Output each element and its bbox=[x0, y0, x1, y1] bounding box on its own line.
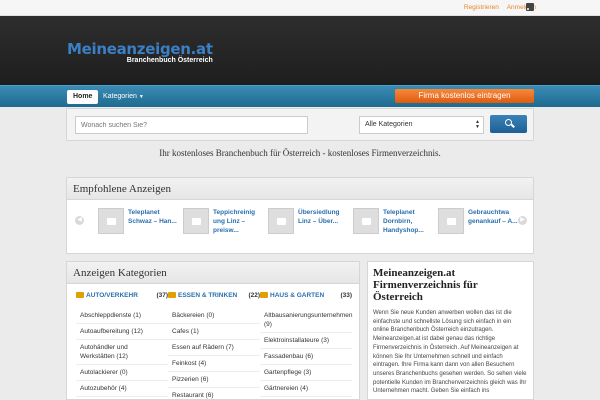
featured-item-title: Übersiedlung Linz – Über... bbox=[298, 209, 340, 225]
categories-box: Anzeigen Kategorien AUTO/VERKEHR (37) Ab… bbox=[66, 261, 360, 400]
category-select[interactable]: Alle Kategorien ▲ ▼ bbox=[359, 116, 484, 134]
category-name: HAUS & GARTEN bbox=[270, 292, 325, 299]
folder-icon bbox=[168, 292, 176, 299]
rss-icon[interactable] bbox=[526, 3, 534, 11]
about-text: Wenn Sie neue Kunden anwerben wollen das… bbox=[373, 310, 527, 395]
category-count: (22) bbox=[248, 292, 260, 299]
nav-home[interactable]: Home bbox=[67, 90, 99, 104]
subcategory-link[interactable]: Elektroinstallateure (3) bbox=[260, 333, 352, 349]
category-count: (37) bbox=[156, 292, 168, 299]
categories-title: Anzeigen Kategorien bbox=[67, 262, 359, 284]
register-link[interactable]: Registrieren bbox=[464, 4, 499, 11]
top-bar: Registrieren Anmelden bbox=[0, 0, 600, 16]
category-header[interactable]: AUTO/VERKEHR (37) bbox=[76, 292, 168, 304]
subcategory-link[interactable]: Cafes (1) bbox=[168, 324, 260, 340]
featured-item-title: Teleplanet Dornbirn, Handyshop... bbox=[383, 209, 424, 234]
subcategory-link[interactable]: Essen auf Rädern (7) bbox=[168, 340, 260, 356]
featured-item[interactable]: Übersiedlung Linz – Über... bbox=[268, 208, 350, 240]
logo-title: Meineanzeigen.at bbox=[67, 40, 213, 58]
subcategory-link[interactable]: Altbausanierungsunternehmen (9) bbox=[260, 308, 353, 333]
site-header: Meineanzeigen.at Branchenbuch Österreich bbox=[0, 16, 600, 85]
about-title: Meineanzeigen.at Firmenverzeichnis für Ö… bbox=[373, 267, 478, 303]
subcategory-link[interactable]: Fassadenbau (6) bbox=[260, 349, 352, 365]
featured-title: Empfohlene Anzeigen bbox=[67, 178, 533, 200]
category-name: ESSEN & TRINKEN bbox=[178, 292, 238, 299]
featured-thumbnail bbox=[268, 208, 294, 234]
category-column: ESSEN & TRINKEN (22) Bäckereien (0) Cafe… bbox=[168, 292, 260, 400]
subcategory-link[interactable]: Pizzerien (6) bbox=[168, 372, 260, 388]
subcategory-link[interactable]: Autohändler und Werkstätten (12) bbox=[76, 340, 168, 365]
category-header[interactable]: HAUS & GARTEN (33) bbox=[260, 292, 352, 304]
subcategory-link[interactable]: Feinkost (4) bbox=[168, 356, 260, 372]
category-column: HAUS & GARTEN (33) Altbausanierungsunter… bbox=[260, 292, 353, 397]
featured-item[interactable]: Gebrauchtwa genankauf – A... bbox=[438, 208, 520, 240]
category-count: (33) bbox=[340, 292, 352, 299]
featured-item-title: Teppichreinig ung Linz – preisw... bbox=[213, 209, 256, 234]
category-header[interactable]: ESSEN & TRINKEN (22) bbox=[168, 292, 260, 304]
subcategory-link[interactable]: Gartenpflege (3) bbox=[260, 365, 352, 381]
nav-kategorien-label: Kategorien bbox=[103, 93, 137, 100]
featured-item-title: Teleplanet Schwaz – Han... bbox=[128, 209, 177, 225]
subcategory-link[interactable]: Autozubehör (4) bbox=[76, 381, 168, 397]
carousel-prev-icon[interactable]: ◀ bbox=[75, 216, 84, 225]
category-column: AUTO/VERKEHR (37) Abschleppdienste (1) A… bbox=[76, 292, 168, 397]
category-select-value: Alle Kategorien bbox=[365, 121, 413, 128]
category-name: AUTO/VERKEHR bbox=[86, 292, 138, 299]
search-input[interactable] bbox=[75, 116, 308, 134]
folder-icon bbox=[260, 292, 268, 299]
add-company-button[interactable]: Firma kostenlos eintragen bbox=[395, 89, 534, 103]
subcategory-link[interactable]: Autoaufbereitung (12) bbox=[76, 324, 168, 340]
featured-thumbnail bbox=[438, 208, 464, 234]
site-logo[interactable]: Meineanzeigen.at Branchenbuch Österreich bbox=[67, 40, 213, 64]
featured-item[interactable]: Teppichreinig ung Linz – preisw... bbox=[183, 208, 265, 240]
featured-listings: Empfohlene Anzeigen ◀ ▶ Teleplanet Schwa… bbox=[66, 177, 534, 254]
subcategory-link[interactable]: Autolackierer (0) bbox=[76, 365, 168, 381]
featured-item[interactable]: Teleplanet Dornbirn, Handyshop... bbox=[353, 208, 435, 240]
featured-item-title: Gebrauchtwa genankauf – A... bbox=[468, 209, 518, 225]
top-links: Registrieren Anmelden bbox=[458, 4, 536, 11]
featured-thumbnail bbox=[353, 208, 379, 234]
search-button[interactable] bbox=[490, 115, 527, 133]
folder-icon bbox=[76, 292, 84, 299]
logo-subtitle: Branchenbuch Österreich bbox=[126, 57, 213, 64]
featured-item[interactable]: Teleplanet Schwaz – Han... bbox=[98, 208, 180, 240]
featured-thumbnail bbox=[98, 208, 124, 234]
search-bar: Alle Kategorien ▲▼ bbox=[66, 108, 534, 141]
subcategory-link[interactable]: Restaurant (6) bbox=[168, 388, 260, 400]
tagline: Ihr kostenloses Branchenbuch für Österre… bbox=[159, 148, 441, 158]
subcategory-link[interactable]: Bäckereien (0) bbox=[168, 308, 260, 324]
about-box: Meineanzeigen.at Firmenverzeichnis für Ö… bbox=[367, 261, 534, 400]
featured-thumbnail bbox=[183, 208, 209, 234]
nav-kategorien[interactable]: Kategorien ▼ bbox=[103, 90, 144, 104]
subcategory-link[interactable]: Gärtnereien (4) bbox=[260, 381, 352, 397]
select-arrows-icon: ▲ ▼ bbox=[475, 119, 480, 130]
chevron-down-icon: ▼ bbox=[138, 94, 144, 100]
subcategory-link[interactable]: Abschleppdienste (1) bbox=[76, 308, 168, 324]
